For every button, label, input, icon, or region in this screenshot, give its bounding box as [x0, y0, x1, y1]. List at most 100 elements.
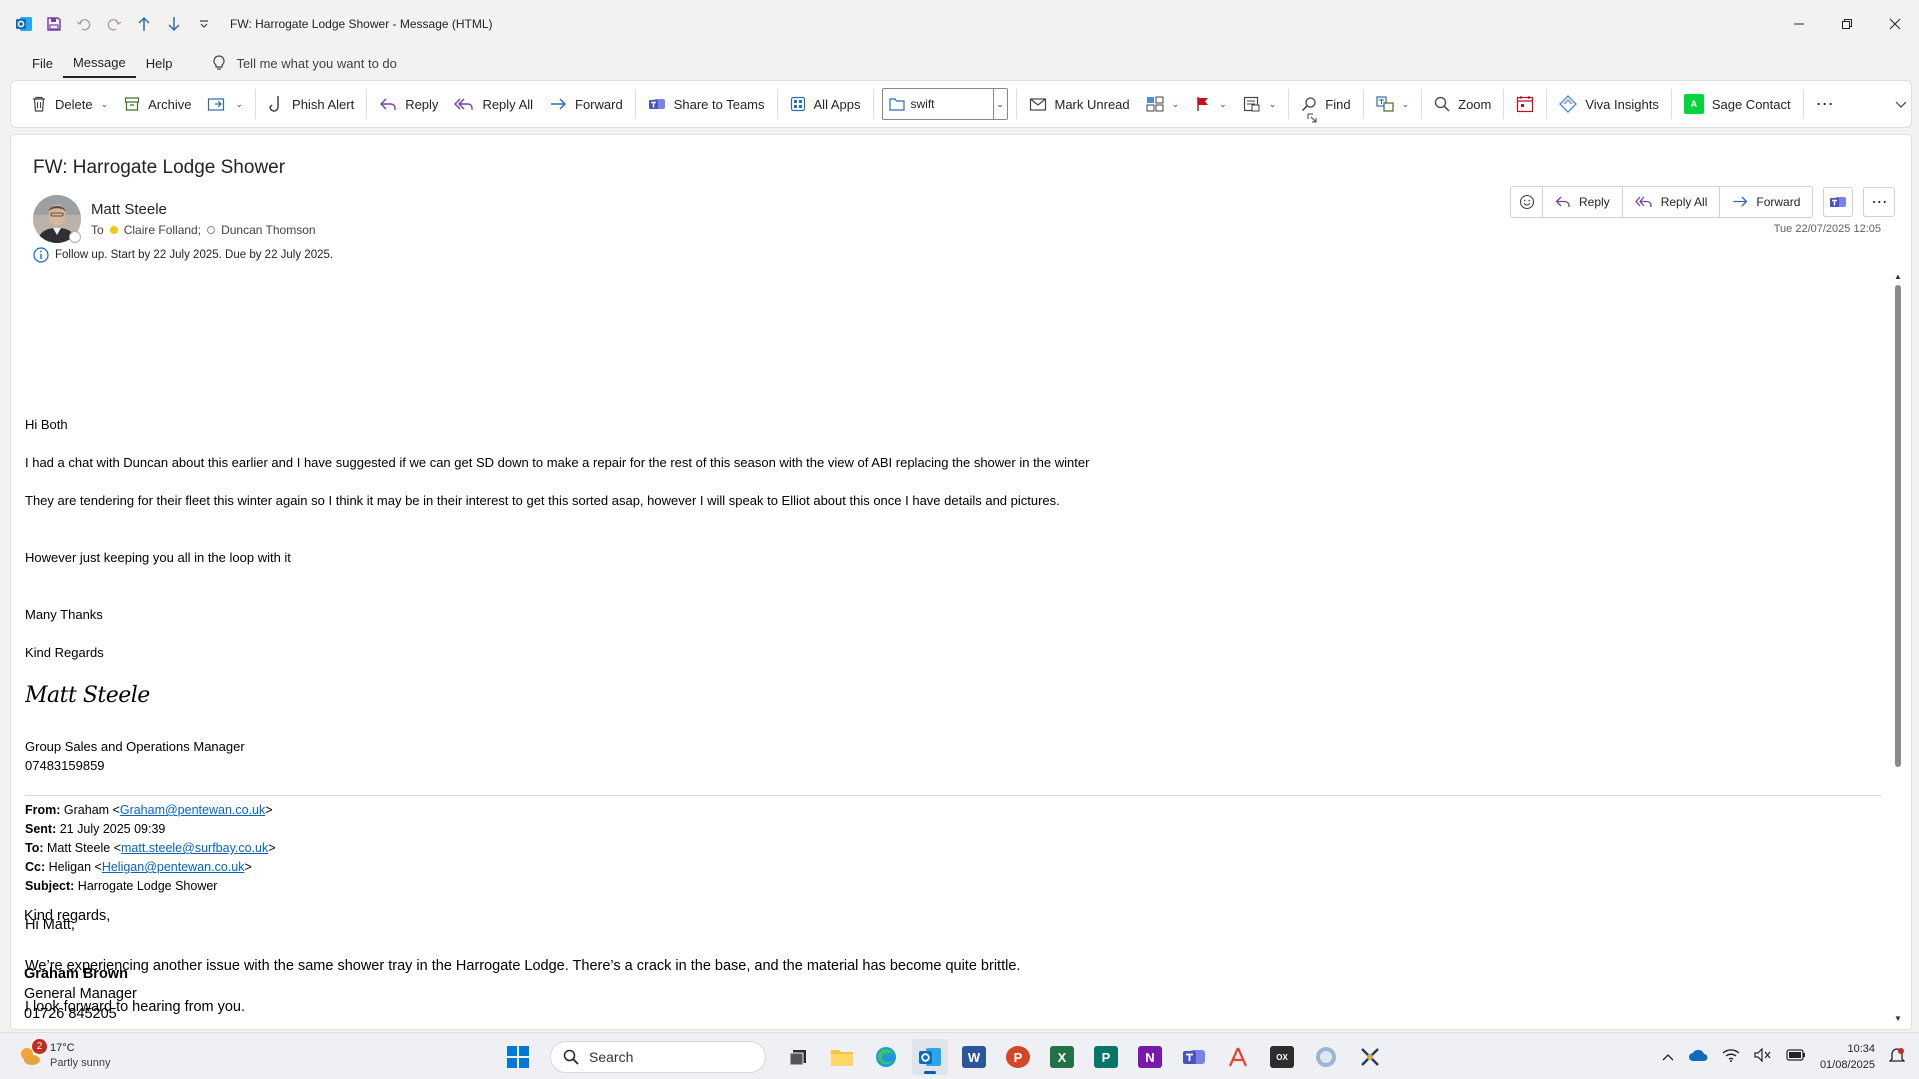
chevron-down-icon[interactable]: ⌄ [1269, 99, 1277, 110]
move-button[interactable]: ⌄ [199, 88, 251, 120]
teams-taskbar-icon[interactable] [1176, 1039, 1212, 1075]
app-circle-icon[interactable] [1308, 1039, 1344, 1075]
app-window-icon[interactable]: OX [1264, 1039, 1300, 1075]
mark-unread-button[interactable]: Mark Unread [1021, 88, 1138, 120]
vertical-scrollbar[interactable]: ▲ ▼ [1893, 271, 1903, 1023]
share-to-teams-button[interactable]: Share to Teams [640, 88, 773, 120]
notifications-bell-icon[interactable] [1888, 1046, 1906, 1067]
scroll-up-icon[interactable]: ▲ [1893, 271, 1903, 281]
powerpoint-icon[interactable]: P [1000, 1039, 1036, 1075]
policy-button[interactable]: ⌄ [1235, 88, 1285, 120]
quick-steps-dropdown[interactable]: ⌄ [992, 89, 1007, 119]
inline-reply-button[interactable]: Reply [1543, 187, 1623, 217]
weather-widget[interactable]: 2 17°C Partly sunny [18, 1039, 111, 1071]
archive-label: Archive [148, 96, 192, 112]
onenote-icon[interactable]: N [1132, 1039, 1168, 1075]
archive-button[interactable]: Archive [116, 88, 199, 120]
phish-alert-button[interactable]: Phish Alert [260, 88, 362, 120]
chevron-down-icon[interactable]: ⌄ [1402, 99, 1410, 110]
previous-item-icon[interactable] [134, 14, 154, 34]
scroll-thumb[interactable] [1895, 285, 1901, 767]
app-figure-icon[interactable] [1352, 1039, 1388, 1075]
scroll-down-icon[interactable]: ▼ [1893, 1013, 1903, 1023]
calendar-addin-button[interactable] [1508, 88, 1542, 120]
customize-toolbar-icon[interactable] [194, 14, 214, 34]
delete-button[interactable]: Delete ⌄ [23, 88, 116, 120]
next-item-icon[interactable] [164, 14, 184, 34]
chevron-down-icon[interactable]: ⌄ [1172, 99, 1180, 110]
recipient-duncan[interactable]: Duncan Thomson [221, 223, 316, 237]
word-icon[interactable]: W [956, 1039, 992, 1075]
acrobat-icon[interactable] [1220, 1039, 1256, 1075]
show-hidden-icons-chevron-icon[interactable] [1662, 1049, 1674, 1064]
forward-to-line: To: Matt Steele <matt.steele@surfbay.co.… [25, 841, 276, 855]
translate-button[interactable]: ⌄ [1368, 88, 1418, 120]
phish-alert-label: Phish Alert [292, 96, 355, 112]
sage-contact-button[interactable]: A Sage Contact [1676, 88, 1799, 120]
viva-insights-button[interactable]: Viva Insights [1551, 88, 1666, 120]
cc-email-link[interactable]: Heligan@pentewan.co.uk [102, 860, 245, 874]
tell-me-search[interactable]: Tell me what you want to do [212, 55, 397, 71]
message-action-group: Reply Reply All Forward [1510, 186, 1814, 218]
edge-browser-icon[interactable] [868, 1039, 904, 1075]
chevron-down-icon[interactable]: ⌄ [235, 99, 243, 110]
more-ribbon-button[interactable]: ⋯ [1808, 88, 1843, 120]
expand-ribbon-button[interactable] [1895, 95, 1907, 115]
zoom-button[interactable]: Zoom [1426, 88, 1499, 120]
redo-icon[interactable] [104, 14, 124, 34]
teams-chat-button[interactable] [1823, 187, 1854, 217]
forward-closing: Kind regards, [24, 908, 111, 924]
windows-start-icon[interactable] [500, 1039, 536, 1075]
all-apps-label: All Apps [813, 96, 861, 112]
taskbar-clock[interactable]: 10:34 01/08/2025 [1820, 1041, 1875, 1073]
excel-icon[interactable]: X [1044, 1039, 1080, 1075]
save-icon[interactable] [44, 14, 64, 34]
recipient-claire[interactable]: Claire Folland; [124, 223, 201, 237]
quick-steps-value[interactable]: swift [883, 97, 993, 111]
battery-icon[interactable] [1786, 1049, 1806, 1064]
restore-icon[interactable] [1823, 0, 1871, 48]
dialog-launcher-icon[interactable] [1307, 111, 1317, 126]
menu-help[interactable]: Help [136, 48, 183, 78]
reply-all-button[interactable]: Reply All [446, 88, 541, 120]
follow-up-flag-button[interactable]: ⌄ [1187, 88, 1235, 120]
menu-file[interactable]: File [22, 48, 63, 78]
task-view-icon[interactable] [780, 1039, 816, 1075]
more-icon: ⋯ [1871, 194, 1888, 211]
taskbar-search[interactable]: Search [550, 1041, 766, 1073]
inline-forward-button[interactable]: Forward [1720, 187, 1812, 217]
to-email-link[interactable]: matt.steele@surfbay.co.uk [121, 841, 268, 855]
wifi-icon[interactable] [1722, 1048, 1740, 1065]
lightbulb-icon [213, 55, 226, 70]
minimize-icon[interactable] [1775, 0, 1823, 48]
forward-icon [1733, 196, 1748, 207]
more-actions-button[interactable]: ⋯ [1863, 187, 1896, 217]
undo-icon[interactable] [74, 14, 94, 34]
outlook-taskbar-icon[interactable] [912, 1039, 948, 1075]
outlook-app-icon[interactable] [14, 14, 34, 34]
find-button[interactable]: Find [1293, 88, 1358, 120]
quick-steps-combo[interactable]: swift ⌄ [881, 88, 1008, 120]
close-icon[interactable] [1871, 0, 1919, 48]
from-email-link[interactable]: Graham@pentewan.co.uk [120, 803, 265, 817]
chevron-down-icon: ⌄ [996, 98, 1004, 109]
weather-badge: 2 [32, 1039, 47, 1054]
ribbon-separator [634, 89, 636, 119]
reaction-button[interactable] [1511, 187, 1543, 217]
all-apps-button[interactable]: All Apps [782, 88, 869, 120]
inline-reply-all-button[interactable]: Reply All [1623, 187, 1721, 217]
menu-message[interactable]: Message [62, 48, 136, 78]
sender-name[interactable]: Matt Steele [91, 201, 167, 218]
forward-button[interactable]: Forward [541, 88, 631, 120]
file-explorer-icon[interactable] [824, 1039, 860, 1075]
publisher-icon[interactable]: P [1088, 1039, 1124, 1075]
search-icon [563, 1049, 579, 1065]
categorize-button[interactable]: ⌄ [1138, 88, 1188, 120]
reply-button[interactable]: Reply [371, 88, 446, 120]
speaker-muted-icon[interactable] [1754, 1047, 1772, 1065]
chevron-down-icon[interactable]: ⌄ [1219, 99, 1227, 110]
chevron-down-icon[interactable]: ⌄ [101, 99, 109, 110]
onedrive-cloud-icon[interactable] [1688, 1048, 1708, 1065]
fishhook-icon [269, 96, 279, 112]
inline-forward-label: Forward [1756, 195, 1801, 209]
